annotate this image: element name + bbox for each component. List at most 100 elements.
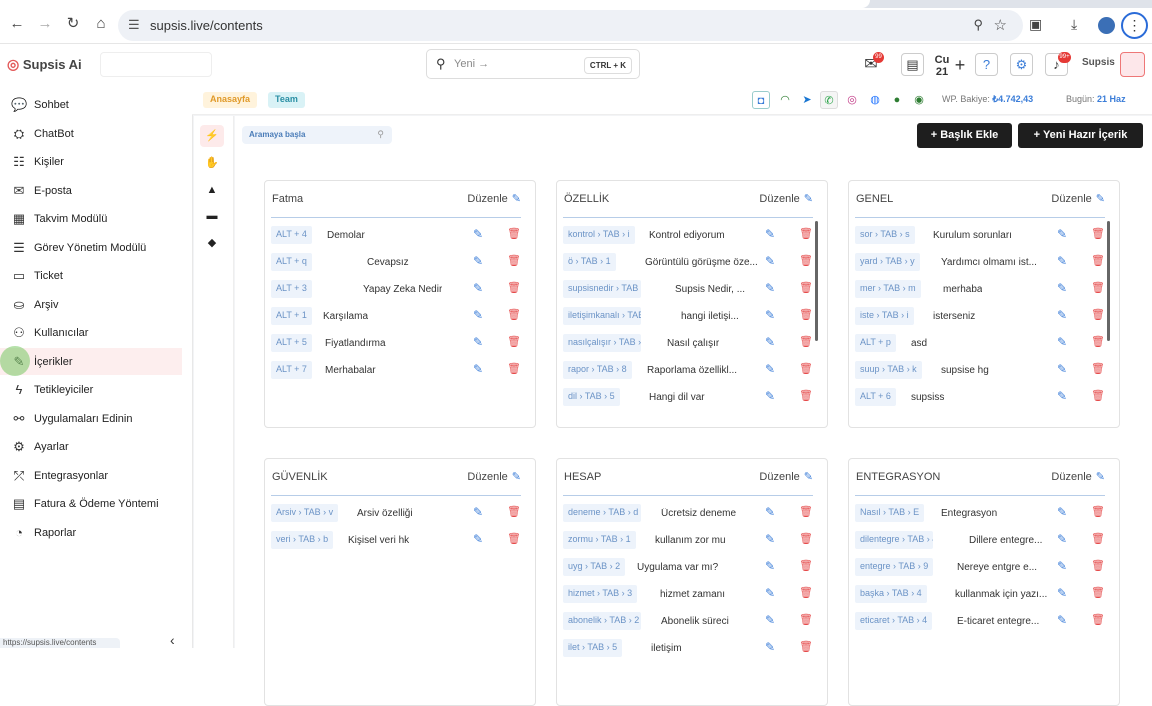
edit-pencil-icon[interactable]: ✎ — [765, 532, 775, 546]
telegram-icon[interactable]: ➤ — [798, 91, 816, 109]
sidebar-item[interactable]: ⛀ Arşiv — [0, 291, 182, 318]
edit-pencil-icon[interactable]: ✎ — [1057, 586, 1067, 600]
webchat-icon[interactable]: ◉ — [910, 91, 928, 109]
reload-icon[interactable]: ↻ — [63, 14, 83, 34]
content-row[interactable]: zormu › TAB › 1 kullanım zor mu ✎ 🗑 — [563, 531, 813, 551]
edit-pencil-icon[interactable]: ✎ — [1057, 254, 1067, 268]
edit-pencil-icon[interactable]: ✎ — [1057, 613, 1067, 627]
chat-bubble-icon[interactable]: ● — [888, 91, 906, 109]
sidebar-item[interactable]: ▤ Fatura & Ödeme Yöntemi — [0, 490, 182, 517]
profile-avatar[interactable] — [1098, 17, 1115, 34]
sidebar-item[interactable]: ▭ Ticket — [0, 262, 182, 289]
site-info-icon[interactable]: ☰ — [128, 17, 140, 33]
delete-trash-icon[interactable]: 🗑 — [507, 281, 521, 294]
content-row[interactable]: ALT + 6 supsiss ✎ 🗑 — [855, 388, 1105, 408]
content-row[interactable]: uyg › TAB › 2 Uygulama var mı? ✎ 🗑 — [563, 558, 813, 578]
content-row[interactable]: ö › TAB › 1 Görüntülü görüşme öze... ✎ 🗑 — [563, 253, 813, 273]
delete-trash-icon[interactable]: 🗑 — [799, 559, 813, 572]
workspace-selector[interactable] — [100, 52, 212, 77]
delete-trash-icon[interactable]: 🗑 — [799, 389, 813, 402]
edit-pencil-icon[interactable]: ✎ — [765, 335, 775, 349]
delete-trash-icon[interactable]: 🗑 — [1091, 389, 1105, 402]
content-row[interactable]: nasılçalışır › TAB › 3 Nasıl çalışır ✎ 🗑 — [563, 334, 813, 354]
edit-pencil-icon[interactable]: ✎ — [473, 308, 483, 322]
delete-trash-icon[interactable]: 🗑 — [799, 532, 813, 545]
content-row[interactable]: iste › TAB › i isterseniz ✎ 🗑 — [855, 307, 1105, 327]
content-row[interactable]: ALT + p asd ✎ 🗑 — [855, 334, 1105, 354]
edit-pencil-icon[interactable]: ✎ — [765, 559, 775, 573]
global-search[interactable]: ⚲ Yeni → CTRL + K — [426, 49, 640, 79]
edit-pencil-icon[interactable]: ✎ — [765, 281, 775, 295]
home-icon[interactable]: ⌂ — [91, 14, 111, 34]
delete-trash-icon[interactable]: 🗑 — [799, 227, 813, 240]
delete-trash-icon[interactable]: 🗑 — [799, 362, 813, 375]
card-scrollbar[interactable] — [815, 221, 818, 341]
delete-trash-icon[interactable]: 🗑 — [1091, 586, 1105, 599]
card-edit-button[interactable]: Düzenle ✎ — [759, 470, 813, 483]
whatsapp-icon[interactable]: ✆ — [820, 91, 838, 109]
content-row[interactable]: mer › TAB › m merhaba ✎ 🗑 — [855, 280, 1105, 300]
content-row[interactable]: supsisnedir › TAB › ü Supsis Nedir, ... ✎ 🗑 — [563, 280, 813, 300]
content-search[interactable]: Aramaya başla ⚲ — [242, 126, 392, 144]
messenger-icon[interactable]: ◍ — [866, 91, 884, 109]
content-row[interactable]: suup › TAB › k supsise hg ✎ 🗑 — [855, 361, 1105, 381]
zoom-icon[interactable]: ⚲ — [973, 17, 983, 33]
edit-pencil-icon[interactable]: ✎ — [765, 505, 775, 519]
forward-icon[interactable]: → — [35, 14, 55, 34]
content-row[interactable]: ALT + 7 Merhabalar ✎ 🗑 — [271, 361, 521, 381]
edit-pencil-icon[interactable]: ✎ — [473, 335, 483, 349]
report-icon[interactable]: ▤ — [901, 53, 924, 76]
sidebar-item[interactable]: ✉ E-posta — [0, 177, 182, 204]
content-row[interactable]: başka › TAB › 4 kullanmak için yazı... ✎ 🗑 — [855, 585, 1105, 605]
content-row[interactable]: abonelik › TAB › 2 Abonelik süreci ✎ 🗑 — [563, 612, 813, 632]
edit-pencil-icon[interactable]: ✎ — [765, 254, 775, 268]
address-bar[interactable]: ☰ supsis.live/contents ⚲ ☆ — [118, 10, 1023, 41]
delete-trash-icon[interactable]: 🗑 — [799, 613, 813, 626]
add-title-button[interactable]: + Başlık Ekle — [917, 123, 1012, 148]
hand-wave-icon[interactable]: ✋ — [200, 152, 224, 174]
keyboard-icon[interactable]: ▬ — [200, 205, 224, 227]
team-pill[interactable]: Team — [268, 92, 305, 108]
delete-trash-icon[interactable]: 🗑 — [1091, 532, 1105, 545]
content-row[interactable]: ALT + q Cevapsız ✎ 🗑 — [271, 253, 521, 273]
sidebar-item[interactable]: ⤱ Entegrasyonlar — [0, 462, 182, 489]
edit-pencil-icon[interactable]: ✎ — [1057, 281, 1067, 295]
content-row[interactable]: kontrol › TAB › i Kontrol ediyorum ✎ 🗑 — [563, 226, 813, 246]
edit-pencil-icon[interactable]: ✎ — [765, 227, 775, 241]
delete-trash-icon[interactable]: 🗑 — [1091, 559, 1105, 572]
delete-trash-icon[interactable]: 🗑 — [507, 505, 521, 518]
edit-pencil-icon[interactable]: ✎ — [473, 254, 483, 268]
edit-pencil-icon[interactable]: ✎ — [765, 586, 775, 600]
sidebar-collapse-icon[interactable]: ‹ — [170, 632, 175, 648]
edit-pencil-icon[interactable]: ✎ — [473, 532, 483, 546]
tag-icon[interactable]: ◆ — [200, 232, 224, 254]
delete-trash-icon[interactable]: 🗑 — [507, 335, 521, 348]
delete-trash-icon[interactable]: 🗑 — [799, 586, 813, 599]
delete-trash-icon[interactable]: 🗑 — [507, 362, 521, 375]
edit-pencil-icon[interactable]: ✎ — [473, 227, 483, 241]
sidebar-item[interactable]: ⚯ Uygulamaları Edinin — [0, 405, 182, 432]
download-icon[interactable]: ⤓ — [1071, 16, 1077, 33]
bookmark-star-icon[interactable]: ☆ — [994, 16, 1007, 34]
sidebar-item[interactable]: ⛭ ChatBot — [0, 120, 182, 147]
edit-pencil-icon[interactable]: ✎ — [1057, 362, 1067, 376]
content-row[interactable]: rapor › TAB › 8 Raporlama özellikl... ✎ 🗑 — [563, 361, 813, 381]
content-row[interactable]: ilet › TAB › 5 iletişim ✎ 🗑 — [563, 639, 813, 659]
settings-gear-icon[interactable]: ⚙ — [1010, 53, 1033, 76]
content-row[interactable]: ALT + 1 Karşılama ✎ 🗑 — [271, 307, 521, 327]
sidebar-item[interactable]: ϟ Tetikleyiciler — [0, 376, 182, 403]
delete-trash-icon[interactable]: 🗑 — [1091, 254, 1105, 267]
edit-pencil-icon[interactable]: ✎ — [765, 640, 775, 654]
content-row[interactable]: yard › TAB › y Yardımcı olmamı ist... ✎ 🗑 — [855, 253, 1105, 273]
content-row[interactable]: hizmet › TAB › 3 hizmet zamanı ✎ 🗑 — [563, 585, 813, 605]
add-icon[interactable]: + — [949, 54, 971, 76]
shapes-icon[interactable]: ▲ — [200, 179, 224, 201]
edit-pencil-icon[interactable]: ✎ — [765, 389, 775, 403]
delete-trash-icon[interactable]: 🗑 — [1091, 335, 1105, 348]
browser-menu-icon[interactable]: ⋮ — [1121, 12, 1148, 39]
content-row[interactable]: dilentegre › TAB › 4 Dillere entegre... ✎ 🗑 — [855, 531, 1105, 551]
edit-pencil-icon[interactable]: ✎ — [765, 613, 775, 627]
edit-pencil-icon[interactable]: ✎ — [1057, 505, 1067, 519]
content-row[interactable]: deneme › TAB › d Ücretsiz deneme ✎ 🗑 — [563, 504, 813, 524]
delete-trash-icon[interactable]: 🗑 — [1091, 613, 1105, 626]
